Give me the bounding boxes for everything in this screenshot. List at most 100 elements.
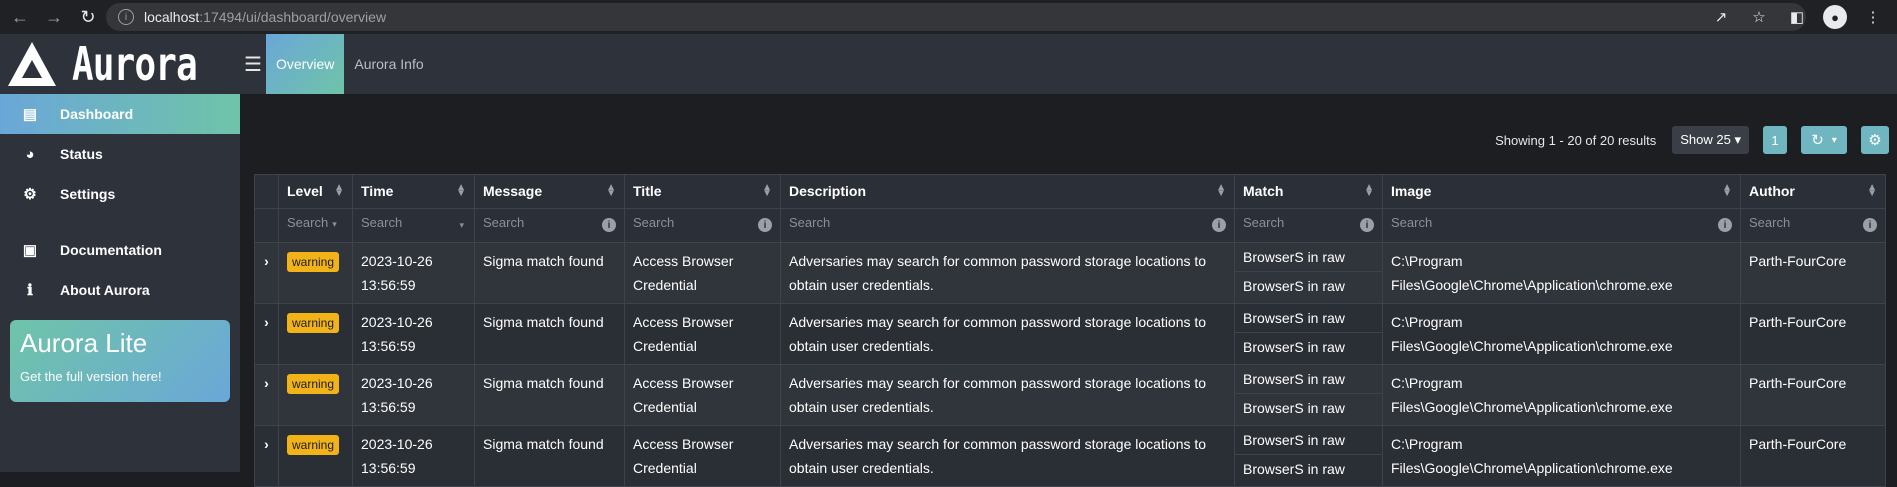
match-item: BrowserS in raw: [1243, 400, 1345, 416]
tab-aurora-info[interactable]: Aurora Info: [344, 34, 433, 94]
expand-row-icon[interactable]: ›: [254, 425, 279, 487]
tab-overview[interactable]: Overview: [266, 34, 345, 94]
events-table: Level ▲ ▼ Time ▲ ▼ Message ▲ ▼ Title ▲ ▼ Descrip…: [254, 174, 1886, 487]
sort-icon: ▲ ▼: [1216, 182, 1226, 199]
address-bar[interactable]: i localhost:17494/ui/dashboard/overview: [106, 3, 1806, 31]
forward-icon[interactable]: →: [40, 3, 68, 31]
cell-time: 2023-10-26 13:56:59: [352, 242, 475, 304]
caret-down-icon: ▾: [459, 220, 464, 230]
column-label: Title: [633, 183, 662, 199]
aurora-logo-icon: [8, 42, 56, 86]
filter-match-input[interactable]: Search i: [1234, 208, 1383, 243]
filter-placeholder: Search: [361, 215, 403, 230]
sidebar-item-documentation[interactable]: ▣ Documentation: [0, 230, 240, 270]
brand[interactable]: Aurora: [0, 34, 240, 94]
info-icon[interactable]: i: [1212, 218, 1226, 232]
sidebar-item-about[interactable]: ℹ About Aurora: [0, 270, 240, 310]
cell-author: Parth-FourCore: [1740, 425, 1886, 487]
sidebar-item-label: Settings: [60, 186, 116, 202]
info-icon[interactable]: i: [1863, 218, 1877, 232]
results-count: Showing 1 - 20 of 20 results: [1495, 132, 1657, 148]
sidebar-item-dashboard[interactable]: ▤ Dashboard: [0, 94, 240, 134]
refresh-button[interactable]: ↻ ▾: [1801, 126, 1847, 154]
column-label: Author: [1749, 183, 1795, 199]
cell-level: warning: [278, 242, 353, 304]
filter-title-input[interactable]: Search i: [624, 208, 781, 243]
bookmark-star-icon[interactable]: ☆: [1745, 3, 1773, 31]
page-size-dropdown[interactable]: Show 25 ▾: [1672, 126, 1749, 154]
cell-title: Access Browser Credential: [624, 364, 781, 426]
page-button[interactable]: 1: [1763, 126, 1787, 154]
column-label: Description: [789, 183, 867, 199]
sidebar-item-label: About Aurora: [60, 282, 150, 298]
cell-match: BrowserS in raw BrowserS in raw: [1234, 303, 1383, 365]
filter-placeholder: Search: [789, 215, 831, 230]
level-badge: warning: [287, 313, 340, 333]
menu-toggle-icon[interactable]: ☰: [240, 34, 266, 94]
expand-row-icon[interactable]: ›: [254, 303, 279, 365]
sort-icon: ▲ ▼: [334, 182, 344, 199]
match-item: BrowserS in raw: [1235, 426, 1382, 455]
sort-icon: ▲ ▼: [1364, 182, 1374, 199]
table-row[interactable]: › warning 2023-10-26 13:56:59 Sigma matc…: [254, 364, 1886, 426]
table-row[interactable]: › warning 2023-10-26 13:56:59 Sigma matc…: [254, 242, 1886, 304]
cell-author: Parth-FourCore: [1740, 364, 1886, 426]
filter-placeholder: Search: [1749, 215, 1791, 230]
cell-image: C:\Program Files\Google\Chrome\Applicati…: [1382, 364, 1741, 426]
expand-row-icon[interactable]: ›: [254, 242, 279, 304]
level-badge: warning: [287, 435, 340, 455]
cell-time: 2023-10-26 13:56:59: [352, 364, 475, 426]
column-header-time[interactable]: Time ▲ ▼: [352, 174, 475, 209]
browser-menu-icon[interactable]: ⋮: [1859, 3, 1887, 31]
table-row[interactable]: › warning 2023-10-26 13:56:59 Sigma matc…: [254, 303, 1886, 365]
cell-level: warning: [278, 303, 353, 365]
level-badge: warning: [287, 374, 340, 394]
back-icon[interactable]: ←: [6, 3, 34, 31]
app-name: Aurora: [72, 37, 198, 91]
column-header-match[interactable]: Match ▲ ▼: [1234, 174, 1383, 209]
filter-time-select[interactable]: Search ▾: [352, 208, 475, 243]
level-badge: warning: [287, 252, 340, 272]
reload-icon[interactable]: ↻: [74, 3, 102, 31]
column-header-description[interactable]: Description ▲ ▼: [780, 174, 1235, 209]
filter-level-select[interactable]: Search ▾: [278, 208, 353, 243]
cell-author: Parth-FourCore: [1740, 303, 1886, 365]
cell-match: BrowserS in raw BrowserS in raw: [1234, 425, 1383, 487]
column-header-author[interactable]: Author ▲ ▼: [1740, 174, 1886, 209]
table-settings-button[interactable]: ⚙: [1861, 126, 1889, 154]
cell-level: warning: [278, 364, 353, 426]
share-icon[interactable]: ↗: [1707, 3, 1735, 31]
sidebar: ▤ Dashboard ◕ Status ⚙ Settings ▣ Docume…: [0, 94, 240, 472]
column-header-level[interactable]: Level ▲ ▼: [278, 174, 353, 209]
filter-placeholder: Search: [287, 215, 329, 230]
info-icon[interactable]: i: [1718, 218, 1732, 232]
profile-button[interactable]: ●: [1821, 3, 1849, 31]
aurora-lite-promo[interactable]: Aurora Lite Get the full version here!: [10, 320, 230, 402]
cell-title: Access Browser Credential: [624, 242, 781, 304]
column-header-image[interactable]: Image ▲ ▼: [1382, 174, 1741, 209]
caret-down-icon: ▾: [1831, 134, 1837, 146]
sidebar-item-settings[interactable]: ⚙ Settings: [0, 174, 240, 214]
filter-author-input[interactable]: Search i: [1740, 208, 1886, 243]
filter-image-input[interactable]: Search i: [1382, 208, 1741, 243]
filter-message-input[interactable]: Search i: [474, 208, 625, 243]
sort-icon: ▲ ▼: [606, 182, 616, 199]
site-info-icon[interactable]: i: [118, 9, 134, 25]
gauge-icon: ◕: [25, 145, 35, 163]
browser-toolbar: ← → ↻ i localhost:17494/ui/dashboard/ove…: [0, 0, 1897, 34]
column-label: Match: [1243, 183, 1284, 199]
filter-description-input[interactable]: Search i: [780, 208, 1235, 243]
sidebar-item-status[interactable]: ◕ Status: [0, 134, 240, 174]
column-header-title[interactable]: Title ▲ ▼: [624, 174, 781, 209]
info-icon[interactable]: i: [758, 218, 772, 232]
side-panel-icon[interactable]: ◧: [1783, 3, 1811, 31]
column-header-message[interactable]: Message ▲ ▼: [474, 174, 625, 209]
match-item: BrowserS in raw: [1235, 365, 1382, 394]
info-icon[interactable]: i: [602, 218, 616, 232]
info-icon[interactable]: i: [1360, 218, 1374, 232]
table-row[interactable]: › warning 2023-10-26 13:56:59 Sigma matc…: [254, 425, 1886, 487]
chart-icon: ▤: [22, 106, 38, 123]
cell-message: Sigma match found: [474, 303, 625, 365]
expand-row-icon[interactable]: ›: [254, 364, 279, 426]
cell-title: Access Browser Credential: [624, 425, 781, 487]
